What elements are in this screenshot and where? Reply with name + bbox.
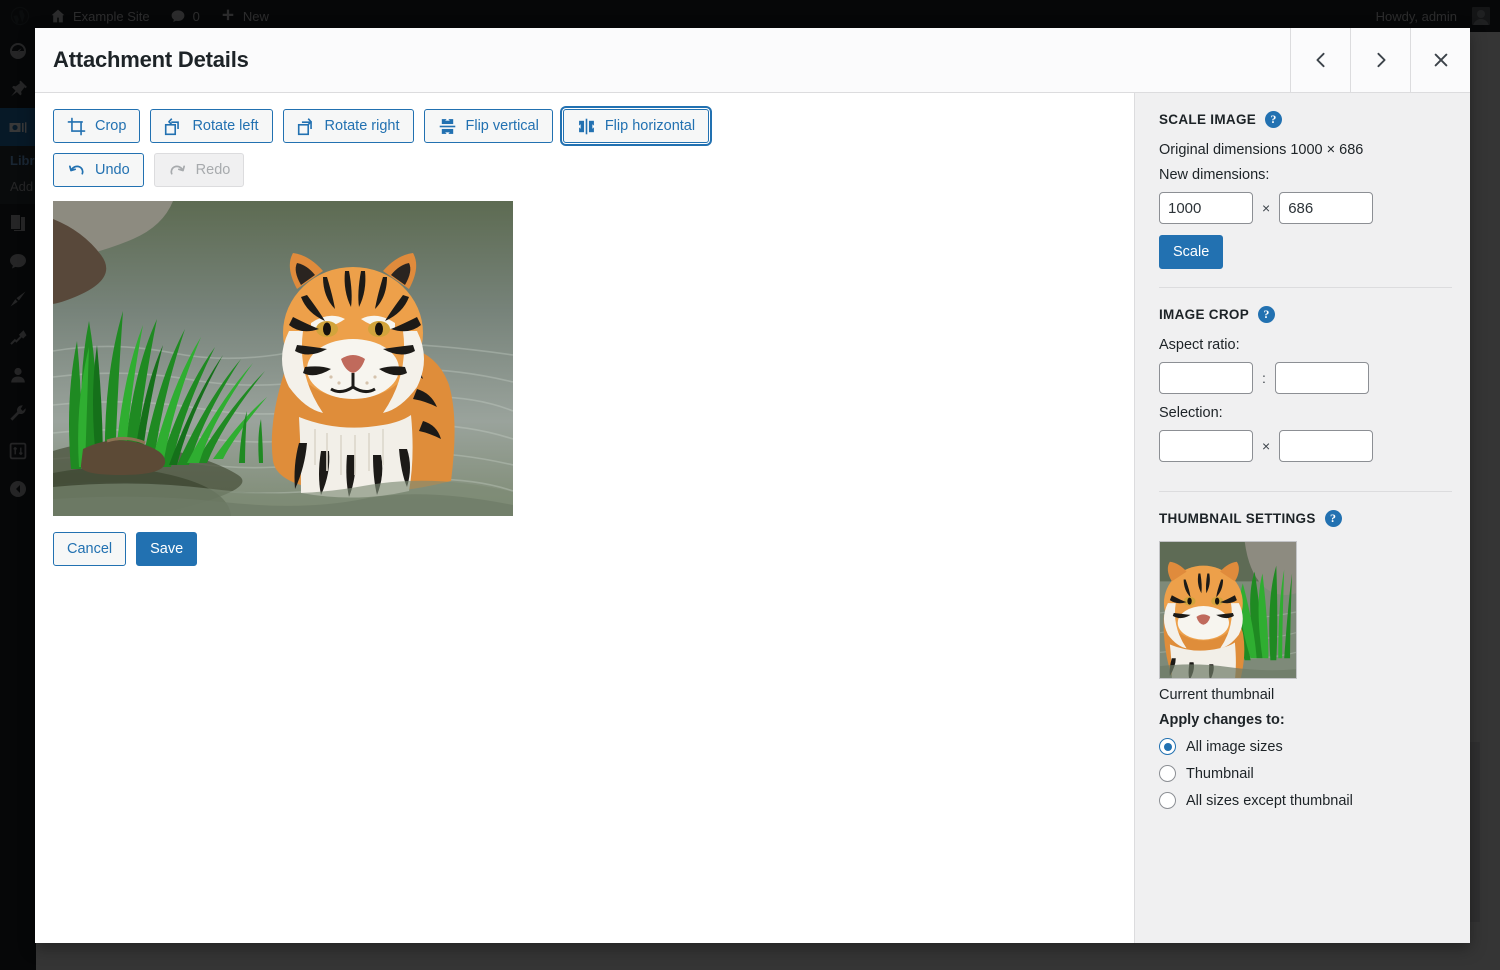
thumbnail-settings-heading: THUMBNAIL SETTINGS ? xyxy=(1159,510,1452,527)
image-settings-sidebar: SCALE IMAGE ? Original dimensions 1000 ×… xyxy=(1134,93,1470,943)
rotate-right-button[interactable]: Rotate right xyxy=(283,109,414,143)
selection-height-input[interactable] xyxy=(1279,430,1373,462)
flip-vertical-button[interactable]: Flip vertical xyxy=(424,109,553,143)
original-dimensions-text: Original dimensions 1000 × 686 xyxy=(1159,142,1452,158)
next-media-button[interactable] xyxy=(1350,28,1410,92)
radio-label: Thumbnail xyxy=(1186,766,1254,782)
image-edit-toolbar-row-1: Crop Rotate left Rot xyxy=(53,109,1116,143)
thumbnail-settings-heading-label: THUMBNAIL SETTINGS xyxy=(1159,511,1316,526)
rotate-left-button[interactable]: Rotate left xyxy=(150,109,272,143)
dimension-separator: × xyxy=(1262,200,1270,216)
scale-image-heading-label: SCALE IMAGE xyxy=(1159,112,1256,127)
radio-option-all-image-sizes[interactable]: All image sizes xyxy=(1159,738,1452,755)
close-modal-button[interactable] xyxy=(1410,28,1470,92)
attachment-details-modal: Attachment Details xyxy=(35,28,1470,943)
chevron-left-icon xyxy=(1311,50,1331,70)
help-icon[interactable]: ? xyxy=(1265,111,1282,128)
close-x-icon xyxy=(1431,50,1451,70)
scale-button[interactable]: Scale xyxy=(1159,235,1223,269)
undo-arrow-icon xyxy=(67,161,86,180)
new-dimensions-label: New dimensions: xyxy=(1159,167,1452,183)
apply-changes-label: Apply changes to: xyxy=(1159,712,1452,728)
radio-indicator[interactable] xyxy=(1159,792,1176,809)
flip-horizontal-button[interactable]: Flip horizontal xyxy=(563,109,709,143)
undo-button-label: Undo xyxy=(95,163,130,178)
current-thumbnail-image xyxy=(1159,541,1297,679)
rotate-right-button-label: Rotate right xyxy=(325,119,400,134)
aspect-ratio-label: Aspect ratio: xyxy=(1159,337,1452,353)
rotate-right-icon xyxy=(297,117,316,136)
crop-icon xyxy=(67,117,86,136)
save-button[interactable]: Save xyxy=(136,532,197,566)
flip-vertical-button-label: Flip vertical xyxy=(466,119,539,134)
edit-image-preview[interactable] xyxy=(53,201,513,516)
thumbnail-settings-section: THUMBNAIL SETTINGS ? xyxy=(1159,491,1452,827)
radio-option-thumbnail[interactable]: Thumbnail xyxy=(1159,765,1452,782)
thumbnail-caption: Current thumbnail xyxy=(1159,687,1452,703)
new-dimensions-fields: × xyxy=(1159,192,1452,224)
save-button-label: Save xyxy=(150,542,183,557)
flip-horizontal-icon xyxy=(577,117,596,136)
cancel-button[interactable]: Cancel xyxy=(53,532,126,566)
rotate-left-button-label: Rotate left xyxy=(192,119,258,134)
image-editor-pane: Crop Rotate left Rot xyxy=(35,93,1134,943)
previous-media-button[interactable] xyxy=(1290,28,1350,92)
redo-button-label: Redo xyxy=(196,163,231,178)
selection-width-input[interactable] xyxy=(1159,430,1253,462)
scale-button-label: Scale xyxy=(1173,245,1209,260)
undo-button[interactable]: Undo xyxy=(53,153,144,187)
help-icon[interactable]: ? xyxy=(1325,510,1342,527)
aspect-ratio-fields: : xyxy=(1159,362,1452,394)
radio-label: All image sizes xyxy=(1186,739,1283,755)
help-icon[interactable]: ? xyxy=(1258,306,1275,323)
selection-separator: × xyxy=(1262,438,1270,454)
editor-action-row: Cancel Save xyxy=(53,532,1116,566)
cancel-button-label: Cancel xyxy=(67,542,112,557)
modal-body: Crop Rotate left Rot xyxy=(35,93,1470,943)
image-edit-toolbar-row-2: Undo Redo xyxy=(53,153,1116,187)
scale-image-heading: SCALE IMAGE ? xyxy=(1159,111,1452,128)
flip-horizontal-button-label: Flip horizontal xyxy=(605,119,695,134)
page-title: Attachment Details xyxy=(35,28,1290,92)
image-crop-section: IMAGE CROP ? Aspect ratio: : Selection: … xyxy=(1159,287,1452,491)
aspect-separator: : xyxy=(1262,370,1266,386)
scale-width-input[interactable] xyxy=(1159,192,1253,224)
modal-header: Attachment Details xyxy=(35,28,1470,93)
flip-vertical-icon xyxy=(438,117,457,136)
aspect-ratio-width-input[interactable] xyxy=(1159,362,1253,394)
edit-image-container xyxy=(53,201,1116,516)
redo-arrow-icon xyxy=(168,161,187,180)
image-crop-heading: IMAGE CROP ? xyxy=(1159,306,1452,323)
scale-image-section: SCALE IMAGE ? Original dimensions 1000 ×… xyxy=(1159,111,1452,287)
rotate-left-icon xyxy=(164,117,183,136)
selection-label: Selection: xyxy=(1159,405,1452,421)
crop-button[interactable]: Crop xyxy=(53,109,140,143)
crop-button-label: Crop xyxy=(95,119,126,134)
image-crop-heading-label: IMAGE CROP xyxy=(1159,307,1249,322)
selection-fields: × xyxy=(1159,430,1452,462)
radio-indicator[interactable] xyxy=(1159,765,1176,782)
scale-height-input[interactable] xyxy=(1279,192,1373,224)
aspect-ratio-height-input[interactable] xyxy=(1275,362,1369,394)
radio-option-all-except-thumbnail[interactable]: All sizes except thumbnail xyxy=(1159,792,1452,809)
radio-label: All sizes except thumbnail xyxy=(1186,793,1353,809)
radio-indicator[interactable] xyxy=(1159,738,1176,755)
redo-button[interactable]: Redo xyxy=(154,153,245,187)
chevron-right-icon xyxy=(1371,50,1391,70)
